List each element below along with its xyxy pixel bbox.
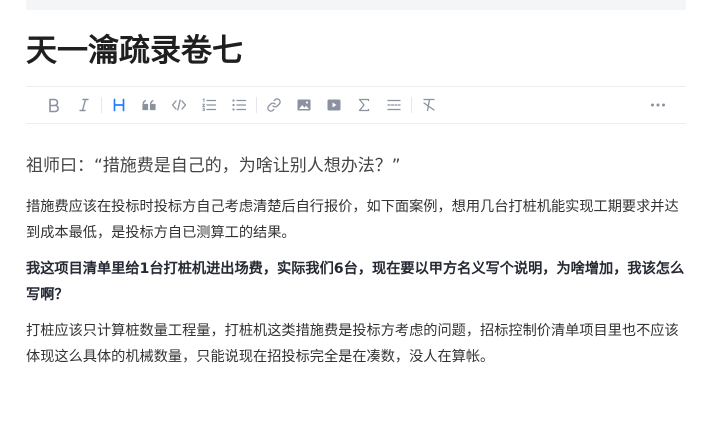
italic-button[interactable] xyxy=(69,90,99,120)
toolbar-separator xyxy=(101,97,102,113)
more-icon xyxy=(651,103,665,107)
video-button[interactable] xyxy=(319,90,349,120)
divider-button[interactable] xyxy=(379,90,409,120)
code-button[interactable] xyxy=(164,90,194,120)
divider-icon xyxy=(387,99,401,111)
heading-button[interactable] xyxy=(104,90,134,120)
paragraph: 打桩应该只计算桩数量工程量，打桩机这类措施费是投标方考虑的问题，招标控制价清单项… xyxy=(26,323,679,365)
quote-icon xyxy=(142,99,156,111)
editor-content[interactable]: 祖师曰：“措施费是自己的，为啥让别人想办法？” 措施费应该在投标时投标方自己考虑… xyxy=(26,150,686,380)
link-button[interactable] xyxy=(259,90,289,120)
clear-format-button[interactable] xyxy=(414,90,444,120)
unordered-list-button[interactable] xyxy=(224,90,254,120)
paragraph-bold-question: 我这项目清单里给1台打桩机进出场费，实际我们6台，现在要以甲方名义写个说明，为啥… xyxy=(26,261,685,303)
italic-icon xyxy=(79,98,89,112)
clear-format-icon xyxy=(423,98,435,112)
code-icon xyxy=(171,99,187,111)
unordered-list-icon xyxy=(232,99,247,111)
image-button[interactable] xyxy=(289,90,319,120)
formula-button[interactable] xyxy=(349,90,379,120)
heading-icon xyxy=(113,98,125,112)
bold-icon xyxy=(49,98,59,113)
ordered-list-button[interactable] xyxy=(194,90,224,120)
bold-button[interactable] xyxy=(39,90,69,120)
quote-button[interactable] xyxy=(134,90,164,120)
toolbar-separator xyxy=(256,97,257,113)
top-strip xyxy=(26,0,686,10)
paragraph: 措施费应该在投标时投标方自己考虑清楚后自行报价，如下面案例，想用几台打桩机能实现… xyxy=(26,199,679,241)
ordered-list-icon xyxy=(202,98,217,112)
toolbar-separator xyxy=(411,97,412,113)
quote-text: 祖师曰：“措施费是自己的，为啥让别人想办法？” xyxy=(26,156,401,176)
editor-toolbar xyxy=(26,86,686,124)
image-icon xyxy=(297,99,311,111)
more-button[interactable] xyxy=(643,90,673,120)
article-title: 天一瀹疏录卷七 xyxy=(26,33,243,69)
formula-icon xyxy=(358,98,370,112)
video-icon xyxy=(327,99,341,111)
link-icon xyxy=(267,98,281,112)
